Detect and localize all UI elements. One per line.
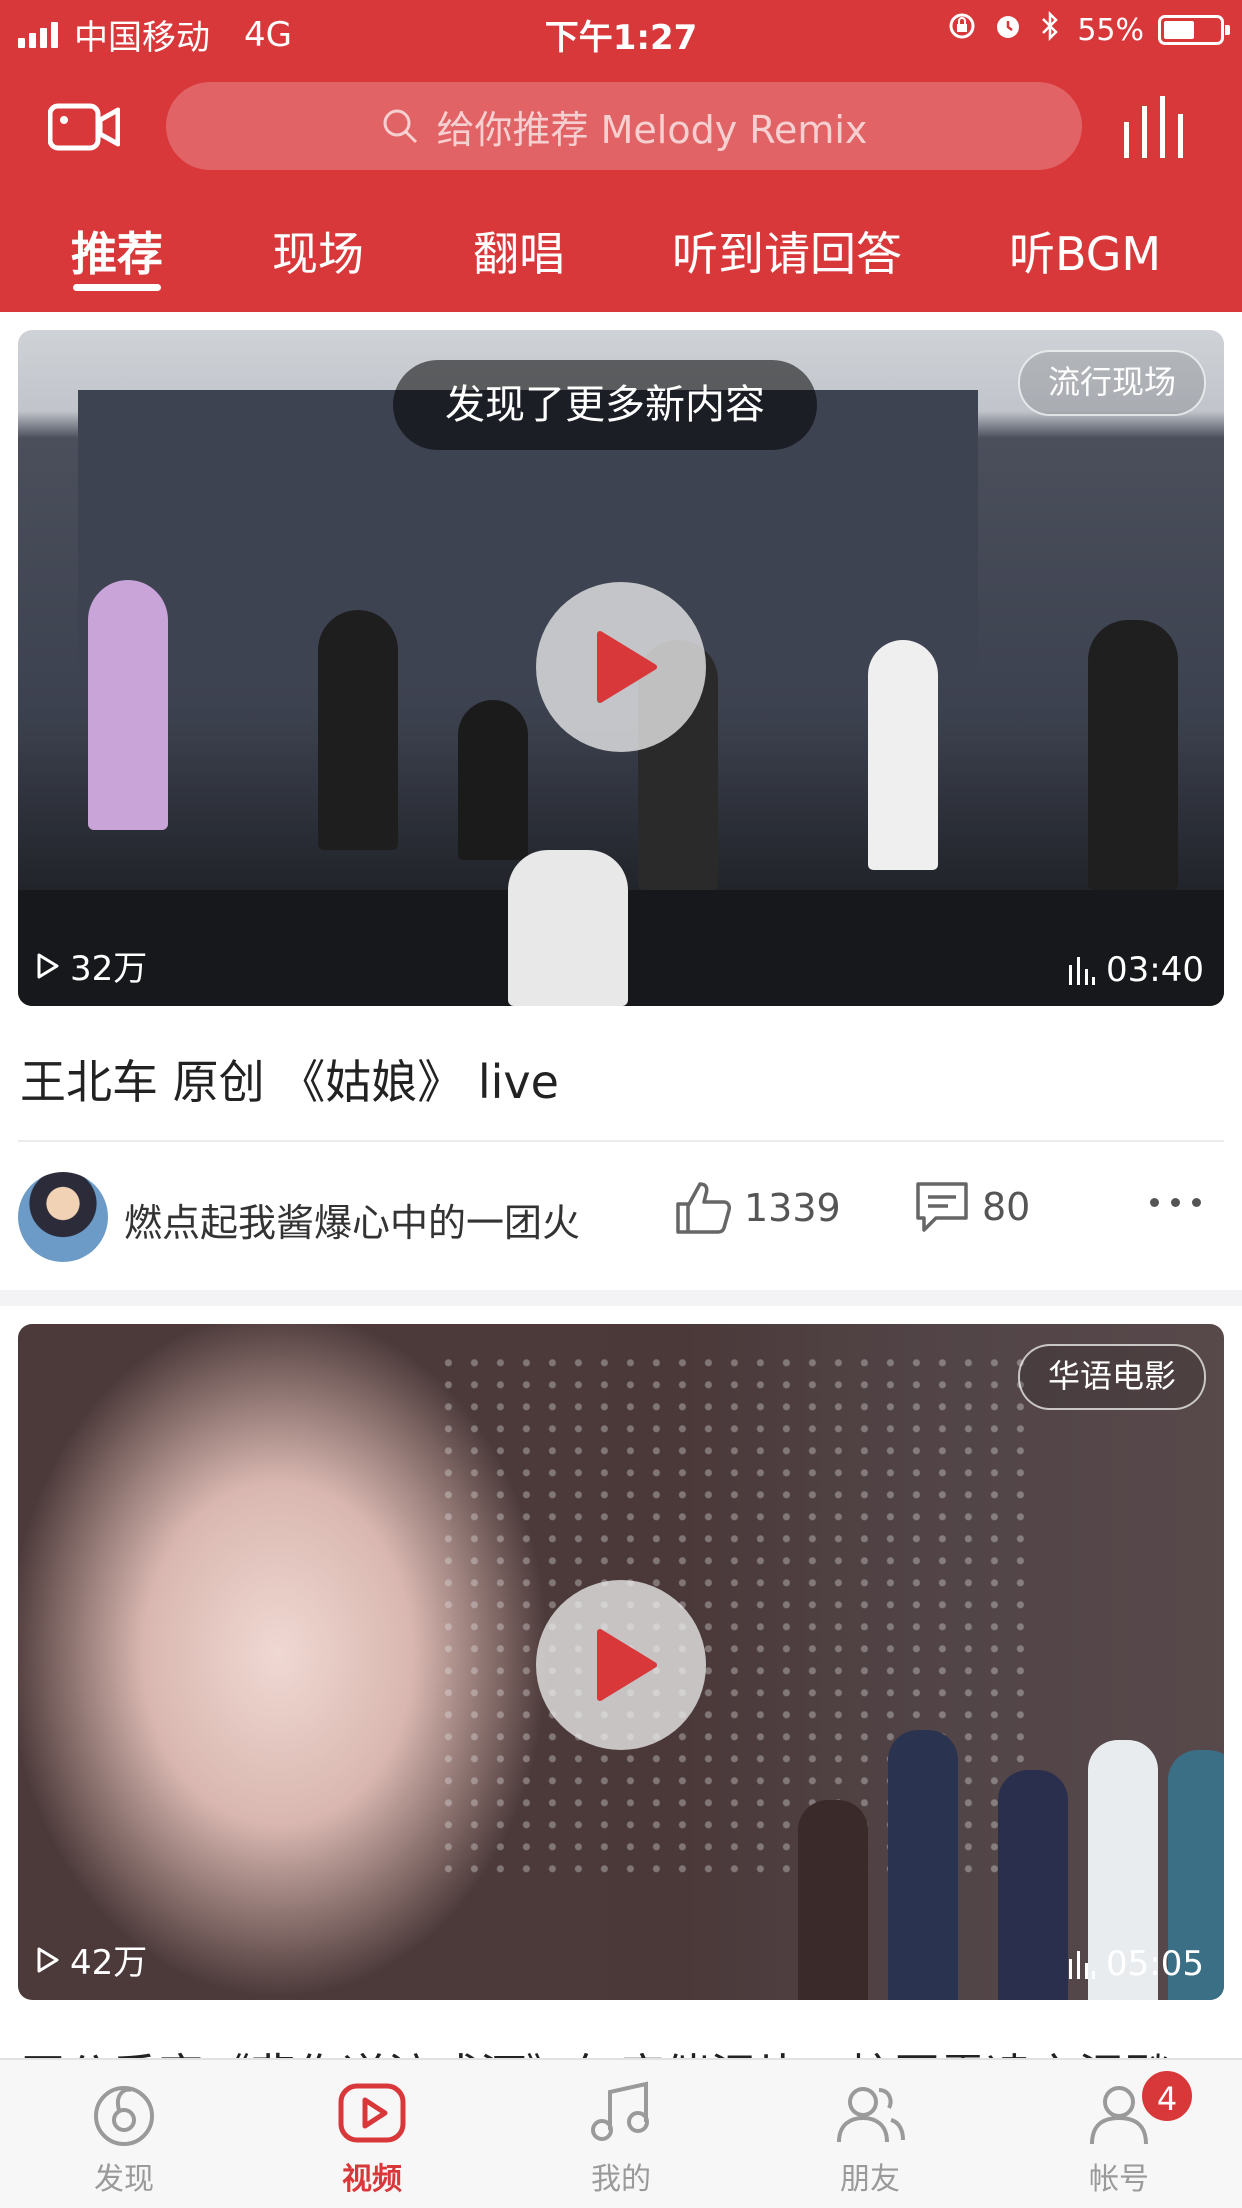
discover-icon — [94, 2086, 154, 2146]
battery-icon — [1158, 15, 1230, 45]
nav-friends[interactable]: 朋友 — [790, 2078, 950, 2198]
video-play-icon — [338, 2083, 406, 2143]
author-name[interactable]: 燃点起我酱爆心中的一团火 — [124, 1192, 580, 1247]
category-tabs: 推荐 现场 翻唱 听到请回答 听BGM — [0, 218, 1242, 312]
music-note-icon — [591, 2081, 649, 2141]
nav-mine[interactable]: 我的 — [541, 2078, 701, 2198]
tab-bgm[interactable]: 听BGM — [1009, 218, 1161, 284]
play-count-icon — [37, 1947, 59, 1972]
status-right: 55% — [931, 10, 1230, 50]
bottom-nav: 发现 视频 我的 朋友 帐号 4 — [0, 2058, 1242, 2208]
video-camera-icon[interactable] — [48, 100, 120, 154]
video-duration: 05:05 — [1068, 1944, 1204, 1984]
alarm-icon — [993, 11, 1023, 49]
video-meta-row: 燃点起我酱爆心中的一团火 1339 80 — [0, 1168, 1242, 1268]
video-thumbnail[interactable]: 发现了更多新内容 流行现场 32万 03:40 — [18, 330, 1224, 1006]
search-placeholder: 给你推荐 Melody Remix — [436, 107, 868, 152]
thumbs-up-icon — [676, 1182, 731, 1234]
video-title[interactable]: 王北车 原创 《姑娘》 live — [20, 1046, 559, 1112]
nav-discover[interactable]: 发现 — [44, 2078, 204, 2198]
video-duration: 03:40 — [1068, 950, 1204, 990]
app-header: 中国移动 4G 下午1:27 55% 给你推荐 Melody Remix 推荐 … — [0, 0, 1242, 312]
view-count: 32万 — [36, 941, 147, 990]
friends-icon — [837, 2087, 905, 2143]
play-button[interactable] — [536, 582, 706, 752]
search-icon — [383, 109, 417, 144]
comment-button[interactable]: 80 — [914, 1180, 1030, 1234]
like-button[interactable]: 1339 — [674, 1180, 841, 1236]
play-icon — [597, 1629, 657, 1701]
avatar[interactable] — [18, 1172, 108, 1262]
equalizer-icon[interactable] — [1122, 96, 1192, 160]
audio-bars-icon — [1069, 1951, 1096, 1979]
lock-rotation-icon — [947, 11, 977, 49]
tab-underline — [73, 284, 161, 291]
bluetooth-icon — [1039, 10, 1061, 50]
video-thumbnail[interactable]: 华语电影 42万 05:05 — [18, 1324, 1224, 2000]
view-count: 42万 — [36, 1935, 147, 1984]
search-input[interactable]: 给你推荐 Melody Remix — [166, 82, 1082, 170]
more-options-icon[interactable] — [1150, 1198, 1213, 1207]
comment-icon — [916, 1182, 968, 1232]
tab-listen-answer[interactable]: 听到请回答 — [672, 218, 902, 284]
divider — [18, 1140, 1224, 1142]
audio-bars-icon — [1069, 957, 1096, 985]
tab-cover[interactable]: 翻唱 — [473, 218, 565, 284]
category-tag[interactable]: 华语电影 — [1017, 1344, 1206, 1410]
category-tag[interactable]: 流行现场 — [1017, 350, 1206, 416]
nav-video[interactable]: 视频 — [292, 2078, 452, 2198]
battery-percent: 55% — [1077, 12, 1144, 48]
play-button[interactable] — [536, 1580, 706, 1750]
play-count-icon — [37, 953, 59, 978]
tab-live[interactable]: 现场 — [272, 218, 364, 284]
nav-account[interactable]: 帐号 4 — [1039, 2068, 1199, 2198]
tab-recommend[interactable]: 推荐 — [71, 218, 163, 291]
play-icon — [597, 631, 657, 703]
new-content-notice[interactable]: 发现了更多新内容 — [393, 360, 817, 450]
status-bar: 中国移动 4G 下午1:27 55% — [0, 0, 1242, 62]
notification-badge: 4 — [1139, 2068, 1195, 2124]
